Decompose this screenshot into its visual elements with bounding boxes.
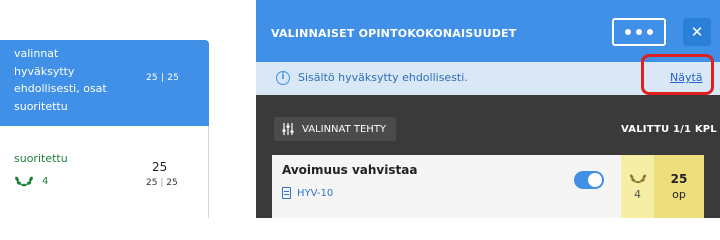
show-link[interactable]: Näytä (670, 71, 703, 84)
info-text: Sisältö hyväksytty ehdollisesti. (298, 71, 468, 84)
course-toggle[interactable] (574, 171, 604, 189)
panel-header: VALINNAISET OPINTOKOKONAISUUDET ✕ (256, 0, 720, 62)
laurel-icon (629, 174, 646, 183)
filter-chip[interactable]: VALINNAT TEHTY (274, 117, 396, 141)
filter-label: VALINNAT TEHTY (302, 123, 387, 135)
more-dots-icon (647, 29, 653, 35)
status-line: hyväksytty (14, 64, 75, 78)
credits-text: 25 | 25 (146, 73, 180, 83)
status-line: suoritettu (14, 99, 68, 113)
more-options-button[interactable] (612, 18, 666, 46)
list-item-selected[interactable]: valinnat hyväksytty ehdollisesti, osat s… (0, 40, 209, 126)
selected-count: VALITTU 1/1 KPL (621, 124, 717, 135)
close-icon: ✕ (690, 23, 704, 41)
course-code[interactable]: HYV-10 (297, 188, 333, 199)
course-credits: 25 (670, 172, 688, 186)
course-grade: 4 (634, 187, 641, 201)
grade-row: 4 (14, 175, 48, 187)
sliders-icon (282, 123, 294, 135)
status-text: valinnat hyväksytty ehdollisesti, osat s… (14, 45, 124, 115)
course-card[interactable]: Avoimuus vahvistaa HYV-10 4 25 op (272, 155, 704, 218)
status-line: ehdollisesti, osat (14, 82, 107, 95)
credits-done: 25 (146, 178, 158, 188)
separator: | (157, 178, 167, 188)
credits-progress: 25 | 25 (146, 178, 178, 188)
panel-title: VALINNAISET OPINTOKOKONAISUUDET (271, 27, 517, 40)
grade-cell: 4 (621, 155, 654, 218)
info-banner: i Sisältö hyväksytty ehdollisesti. Näytä (256, 62, 720, 95)
status-text: suoritettu (14, 152, 68, 165)
more-dots-icon (636, 29, 642, 35)
grade-value: 4 (42, 175, 49, 187)
document-icon (282, 187, 291, 199)
credit-unit: op (672, 188, 686, 201)
credits-value: 25 (152, 160, 168, 174)
credits-total: 25 (166, 178, 178, 188)
list-item[interactable]: suoritettu 4 25 25 | 25 (0, 126, 209, 218)
status-line: valinnat (14, 47, 59, 60)
course-name: Avoimuus vahvistaa (282, 163, 418, 177)
credit-cell: 25 op (654, 155, 704, 218)
course-code-row[interactable]: HYV-10 (282, 187, 333, 199)
info-circle-icon: i (276, 71, 290, 85)
close-button[interactable]: ✕ (683, 18, 711, 46)
side-panel: VALINNAISET OPINTOKOKONAISUUDET ✕ i Sisä… (256, 0, 720, 218)
toggle-knob (588, 173, 602, 187)
laurel-icon (15, 176, 33, 187)
more-dots-icon (625, 29, 631, 35)
